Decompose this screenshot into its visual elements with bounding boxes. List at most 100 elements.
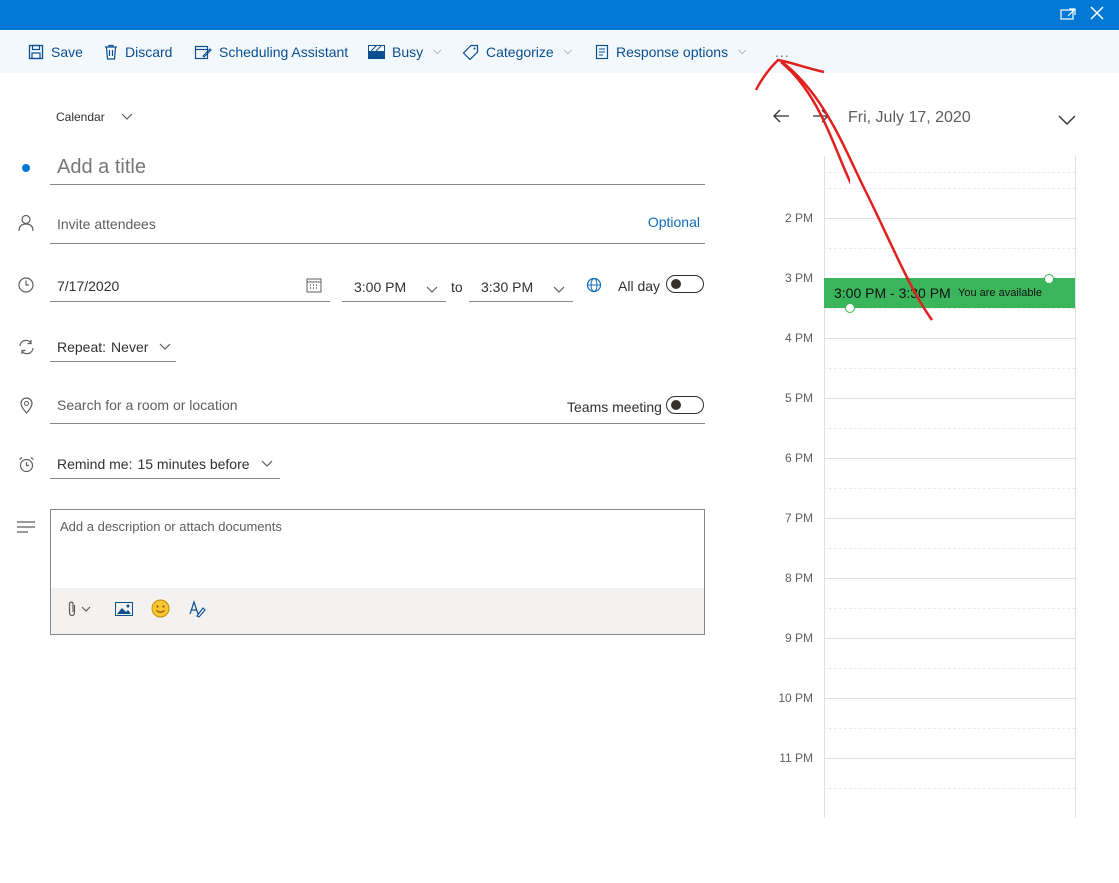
expand-day-view-chevron-icon[interactable]: [1058, 113, 1076, 131]
chevron-down-icon: [553, 281, 565, 299]
hour-gridline: [824, 758, 1075, 759]
hour-gridline: [824, 698, 1075, 699]
discard-button[interactable]: Discard: [104, 30, 172, 73]
hour-gridline: [824, 578, 1075, 579]
clock-icon: [18, 277, 34, 298]
teams-meeting-label: Teams meeting: [567, 399, 662, 415]
chevron-down-icon: [121, 110, 133, 124]
hour-label-7pm: 7 PM: [784, 511, 813, 525]
hour-label-8pm: 8 PM: [784, 571, 813, 585]
half-hour-gridline: [824, 668, 1075, 669]
start-time-dropdown[interactable]: 3:00 PM: [342, 270, 446, 302]
end-time-dropdown[interactable]: 3:30 PM: [469, 270, 573, 302]
all-day-label: All day: [618, 278, 661, 294]
hour-gridline: [824, 398, 1075, 399]
popout-icon[interactable]: [1060, 6, 1078, 26]
all-day-toggle[interactable]: [666, 275, 704, 293]
chevron-down-icon: ⌵: [433, 45, 442, 57]
busy-label: Busy: [392, 43, 424, 60]
to-label: to: [451, 279, 463, 295]
half-hour-gridline: [824, 548, 1075, 549]
categorize-label: Categorize: [486, 43, 554, 60]
chevron-down-icon: [159, 338, 171, 356]
description-placeholder: Add a description or attach documents: [60, 519, 282, 534]
description-editor[interactable]: Add a description or attach documents: [50, 509, 705, 635]
time-zone-globe-icon[interactable]: [586, 277, 602, 298]
half-hour-gridline: [824, 428, 1075, 429]
half-hour-gridline: [824, 608, 1075, 609]
insert-picture-icon[interactable]: [115, 602, 133, 621]
repeat-icon: [18, 339, 35, 360]
scheduling-assistant-button[interactable]: Scheduling Assistant: [194, 30, 348, 73]
half-hour-gridline: [824, 368, 1075, 369]
invite-attendees-placeholder: Invite attendees: [57, 216, 156, 232]
save-label: Save: [51, 43, 83, 60]
calendar-selector-label: Calendar: [56, 110, 105, 124]
repeat-dropdown[interactable]: Repeat: Never: [50, 333, 176, 362]
title-input[interactable]: Add a title: [50, 152, 705, 185]
person-icon: [18, 214, 34, 237]
hour-label-9pm: 9 PM: [784, 631, 813, 645]
response-options-icon: [595, 44, 609, 60]
hour-label-5pm: 5 PM: [784, 391, 813, 405]
repeat-prefix: Repeat:: [57, 339, 107, 355]
reminder-value: 15 minutes before: [137, 456, 250, 472]
toggle-knob: [671, 400, 681, 410]
busy-status-icon: [368, 44, 385, 59]
start-date-value: 7/17/2020: [57, 278, 120, 294]
hour-label-10pm: 10 PM: [778, 691, 813, 705]
location-placeholder: Search for a room or location: [57, 397, 238, 413]
attach-file-icon[interactable]: [67, 600, 91, 618]
annotation-arrow-shaft: [781, 61, 934, 321]
calendar-edit-icon: [194, 44, 212, 60]
repeat-value: Never: [111, 339, 149, 355]
end-time-value: 3:30 PM: [481, 279, 534, 295]
description-lines-icon: [17, 520, 35, 538]
start-time-value: 3:00 PM: [354, 279, 407, 295]
teams-meeting-toggle[interactable]: [666, 396, 704, 414]
tag-icon: [462, 44, 479, 60]
half-hour-gridline: [824, 788, 1075, 789]
title-placeholder: Add a title: [57, 156, 146, 178]
location-pin-icon: [20, 397, 33, 419]
half-hour-gridline: [824, 488, 1075, 489]
emoji-icon[interactable]: [151, 599, 170, 623]
day-grid-right-border: [1075, 156, 1076, 818]
calendar-color-dot: [22, 164, 30, 172]
window-titlebar: [0, 0, 1119, 30]
discard-label: Discard: [125, 43, 173, 60]
description-toolbar: [51, 588, 704, 634]
half-hour-gridline: [824, 728, 1075, 729]
response-options-dropdown[interactable]: Response options ⌵: [595, 30, 746, 73]
save-button[interactable]: Save: [28, 30, 83, 73]
scheduling-assistant-label: Scheduling Assistant: [219, 43, 349, 60]
toggle-knob: [671, 279, 681, 289]
save-icon: [28, 44, 44, 60]
categorize-dropdown[interactable]: Categorize ⌵: [462, 30, 572, 73]
reminder-dropdown[interactable]: Remind me: 15 minutes before: [50, 450, 280, 479]
command-toolbar: Save Discard Scheduling Assistant Busy ⌵…: [0, 30, 1119, 73]
optional-attendees-link[interactable]: Optional: [648, 214, 700, 230]
event-availability: You are available: [958, 287, 1042, 299]
location-input[interactable]: Search for a room or location Teams meet…: [50, 390, 705, 424]
response-options-label: Response options: [616, 43, 729, 60]
hour-gridline: [824, 338, 1075, 339]
chevron-down-icon: [426, 281, 438, 299]
close-icon[interactable]: [1090, 6, 1104, 24]
hour-label-4pm: 4 PM: [784, 331, 813, 345]
event-resize-handle-top[interactable]: [1044, 274, 1054, 284]
hour-gridline: [824, 458, 1075, 459]
trash-icon: [104, 44, 118, 60]
busy-dropdown[interactable]: Busy ⌵: [368, 30, 441, 73]
alarm-clock-icon: [18, 456, 35, 478]
chevron-down-icon: [261, 455, 273, 473]
invite-attendees-input[interactable]: Invite attendees Optional: [50, 207, 705, 244]
hour-label-6pm: 6 PM: [784, 451, 813, 465]
calendar-picker-icon[interactable]: [306, 277, 322, 298]
reminder-prefix: Remind me:: [57, 456, 133, 472]
hour-gridline: [824, 518, 1075, 519]
chevron-down-icon: ⌵: [563, 45, 573, 57]
format-painter-icon[interactable]: [188, 600, 206, 623]
start-date-field[interactable]: 7/17/2020: [50, 270, 330, 302]
calendar-selector[interactable]: Calendar: [56, 110, 133, 124]
